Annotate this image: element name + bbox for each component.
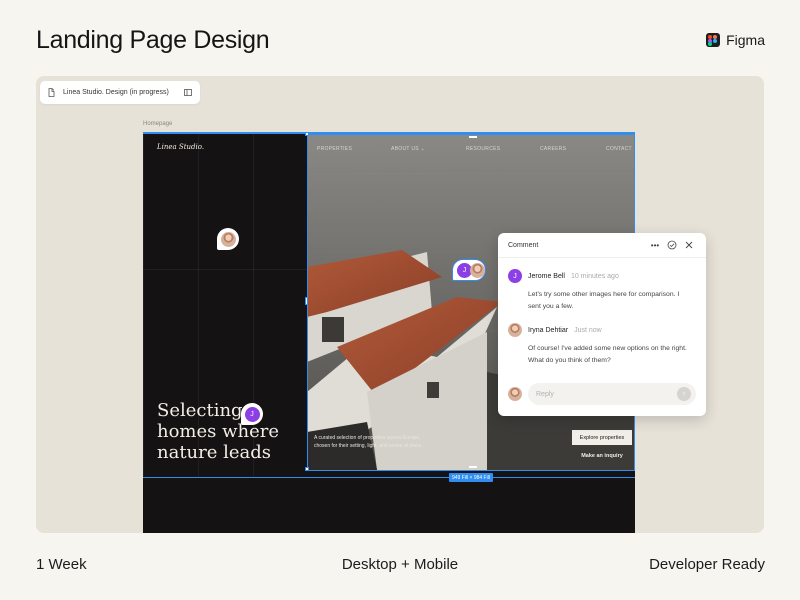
avatar: J <box>244 406 260 422</box>
selection-bottom-line <box>143 477 635 478</box>
avatar <box>220 231 236 247</box>
timestamp: 10 minutes ago <box>570 272 619 280</box>
figma-icon <box>706 33 721 47</box>
design-stage: Linea Studio. Design (in progress) Homep… <box>36 76 764 533</box>
comment-pin[interactable]: J <box>241 403 263 425</box>
author-name: Iryna Dehtiar <box>528 326 569 334</box>
avatar <box>470 262 485 278</box>
comment-message: J Jerome Bell 10 minutes ago Let's try s… <box>508 269 698 313</box>
reply-row: Reply ↑ <box>508 383 696 405</box>
resize-handle[interactable] <box>305 132 309 136</box>
nav-careers[interactable]: CAREERS <box>540 146 566 152</box>
close-icon[interactable] <box>682 238 696 252</box>
frame-label[interactable]: Homepage <box>143 121 172 127</box>
resize-handle[interactable] <box>305 297 308 305</box>
hero-heading: Selecting homes where nature leads <box>157 400 280 463</box>
comment-header: Comment ••• <box>498 233 706 258</box>
make-inquiry-button[interactable]: Make an inquiry <box>572 449 632 463</box>
resize-handle[interactable] <box>469 466 477 468</box>
sidebar-toggle-icon[interactable] <box>184 89 192 96</box>
nav-properties[interactable]: PROPERTIES <box>317 146 352 152</box>
page-title: Landing Page Design <box>36 26 270 54</box>
nav-about-us[interactable]: ABOUT US ⌄ <box>391 146 425 152</box>
more-icon[interactable]: ••• <box>648 238 662 252</box>
selection-top-edge <box>143 132 635 134</box>
reply-placeholder: Reply <box>536 390 554 398</box>
left-column: Linea Studio. Selecting homes where natu… <box>143 132 307 477</box>
timestamp: Just now <box>574 326 602 334</box>
avatar <box>508 323 522 337</box>
reply-input[interactable]: Reply ↑ <box>528 383 696 405</box>
resize-handle[interactable] <box>469 136 477 138</box>
nav-resources[interactable]: RESOURCES <box>466 146 500 152</box>
footer-status: Developer Ready <box>649 556 765 573</box>
comment-panel: Comment ••• J Jerome Bell 10 minutes ago… <box>498 233 706 416</box>
avatar: J <box>508 269 522 283</box>
comment-title: Comment <box>508 241 539 249</box>
hero-caption: A curated selection of properties across… <box>314 435 423 449</box>
resize-handle[interactable] <box>305 467 309 471</box>
author-name: Jerome Bell <box>528 272 565 280</box>
message-text: Let's try some other images here for com… <box>528 291 680 310</box>
explore-properties-button[interactable]: Explore properties <box>572 430 632 445</box>
avatar <box>508 387 522 401</box>
file-name: Linea Studio. Design (in progress) <box>63 89 169 96</box>
comment-message: Iryna Dehtiar Just now Of course! I've a… <box>508 323 698 367</box>
comment-pin[interactable] <box>217 228 239 250</box>
brand: Figma <box>706 32 765 48</box>
message-text: Of course! I've added some new options o… <box>528 345 687 364</box>
file-icon <box>48 88 55 97</box>
comment-pin-active[interactable]: J <box>452 259 486 281</box>
site-logo[interactable]: Linea Studio. <box>157 143 204 151</box>
file-tab[interactable]: Linea Studio. Design (in progress) <box>40 81 200 104</box>
brand-name: Figma <box>726 32 765 48</box>
nav-contact[interactable]: CONTACT <box>606 146 632 152</box>
send-icon[interactable]: ↑ <box>677 387 691 401</box>
resolve-icon[interactable] <box>665 238 679 252</box>
size-tag: 949 Fill × 984 Fill <box>449 473 493 482</box>
